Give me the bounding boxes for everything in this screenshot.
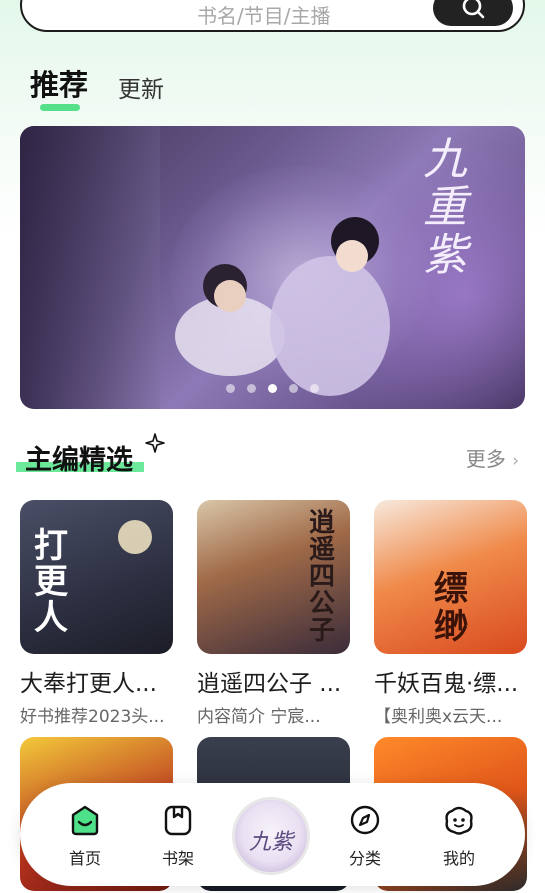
banner-curtain-art xyxy=(20,126,160,409)
sparkle-icon xyxy=(145,433,165,453)
home-icon xyxy=(71,805,99,836)
compass-icon xyxy=(350,805,380,835)
bookshelf-icon xyxy=(164,805,192,836)
nav-bookshelf-label: 书架 xyxy=(161,849,194,868)
now-playing-disc[interactable]: 九紫 xyxy=(232,797,310,875)
search-placeholder: 书名/节目/主播 xyxy=(197,4,331,28)
book-cover[interactable]: 缥缈 xyxy=(374,500,527,654)
banner-pagination xyxy=(20,384,525,393)
banner-dot-3[interactable] xyxy=(268,384,277,393)
moon-decoration xyxy=(118,520,152,554)
chevron-right-icon: › xyxy=(512,451,519,471)
book-cover-title: 缥缈 xyxy=(434,569,468,647)
book-description: 【奥利奥x云天... xyxy=(374,707,503,727)
banner-dot-4[interactable] xyxy=(289,384,298,393)
book-description: 内容简介 宁宸... xyxy=(197,707,321,727)
promo-banner[interactable]: 九重紫 xyxy=(20,126,525,409)
profile-icon xyxy=(445,806,473,835)
more-label: 更多 xyxy=(465,447,506,471)
banner-dot-1[interactable] xyxy=(226,384,235,393)
banner-figures-illustration xyxy=(175,217,390,396)
active-tab-indicator xyxy=(40,104,80,111)
book-cover[interactable]: 逍遥四公子 xyxy=(197,500,350,654)
banner-dot-5[interactable] xyxy=(310,384,319,393)
nav-category[interactable]: 分类 xyxy=(335,803,395,869)
banner-title: 九重紫 xyxy=(423,134,467,281)
section-title: 主编精选 xyxy=(25,445,133,476)
book-title[interactable]: 千妖百鬼·缥... xyxy=(374,664,534,698)
book-title[interactable]: 大奉打更人... xyxy=(20,664,180,698)
nav-profile-label: 我的 xyxy=(442,849,475,868)
book-cover-title: 打更人 xyxy=(34,526,68,638)
more-link[interactable]: 更多 › xyxy=(466,443,519,472)
nav-home[interactable]: 首页 xyxy=(55,803,115,869)
search-icon xyxy=(462,0,485,19)
book-cover-title: 逍遥四公子 xyxy=(309,508,336,646)
nav-bookshelf[interactable]: 书架 xyxy=(148,803,208,869)
tab-recommend[interactable]: 推荐 xyxy=(30,62,88,104)
tab-update[interactable]: 更新 xyxy=(118,70,164,104)
now-playing-cover-text: 九紫 xyxy=(248,830,293,855)
book-description: 好书推荐2023头... xyxy=(20,707,165,727)
book-cover[interactable]: 打更人 xyxy=(20,500,173,654)
book-title[interactable]: 逍遥四公子 ... xyxy=(197,664,357,698)
bottom-navigation: 首页 书架 九紫 分类 我的 xyxy=(20,783,525,886)
nav-category-label: 分类 xyxy=(348,849,381,868)
search-button[interactable] xyxy=(433,0,513,26)
nav-profile[interactable]: 我的 xyxy=(429,803,489,869)
search-bar[interactable]: 书名/节目/主播 xyxy=(20,0,525,32)
banner-dot-2[interactable] xyxy=(247,384,256,393)
nav-home-label: 首页 xyxy=(68,849,101,868)
